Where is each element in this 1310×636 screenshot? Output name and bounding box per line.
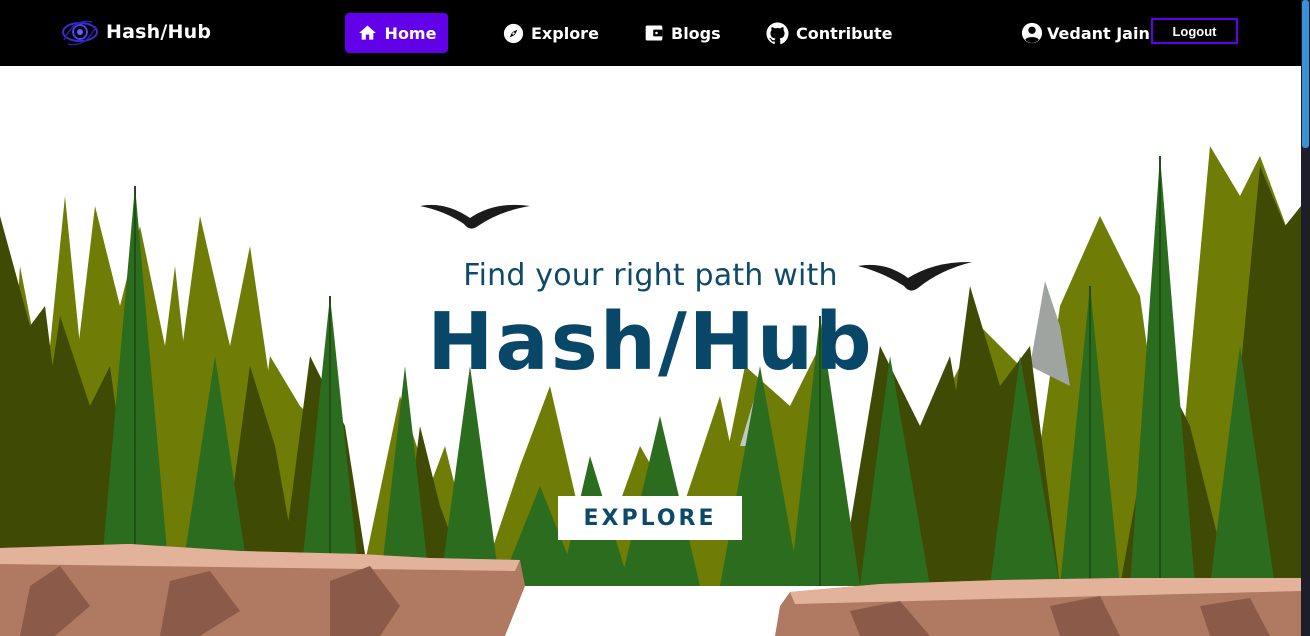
scrollbar-thumb[interactable] <box>1302 0 1309 148</box>
user-profile[interactable]: Vedant Jain <box>1021 13 1150 53</box>
logout-button[interactable]: Logout <box>1151 18 1238 44</box>
github-icon <box>766 21 789 44</box>
page-scrollbar[interactable] <box>1301 0 1310 636</box>
account-circle-icon <box>1021 22 1043 44</box>
user-name: Vedant Jain <box>1047 23 1150 43</box>
explore-cta-button[interactable]: EXPLORE <box>558 496 742 540</box>
nav-blogs[interactable]: Blogs <box>644 13 721 53</box>
nav-contribute[interactable]: Contribute <box>766 13 893 53</box>
navbar: Hash/Hub Home Explore Blogs Contribute V… <box>0 0 1301 66</box>
brand[interactable]: Hash/Hub <box>60 14 211 50</box>
wallet-icon <box>645 25 663 41</box>
nav-explore-label: Explore <box>531 23 599 43</box>
nav-home[interactable]: Home <box>345 13 448 53</box>
eye-swirl-logo-icon <box>62 20 98 46</box>
nav-home-label: Home <box>384 23 437 43</box>
hero-tagline: Find your right path with <box>463 258 838 293</box>
hero-title: Hash/Hub <box>427 296 874 388</box>
nav-blogs-label: Blogs <box>671 23 721 43</box>
nav-explore[interactable]: Explore <box>503 13 599 53</box>
home-icon <box>358 25 376 40</box>
nav-contribute-label: Contribute <box>796 23 893 43</box>
brand-name: Hash/Hub <box>106 21 212 43</box>
compass-icon <box>503 23 524 43</box>
